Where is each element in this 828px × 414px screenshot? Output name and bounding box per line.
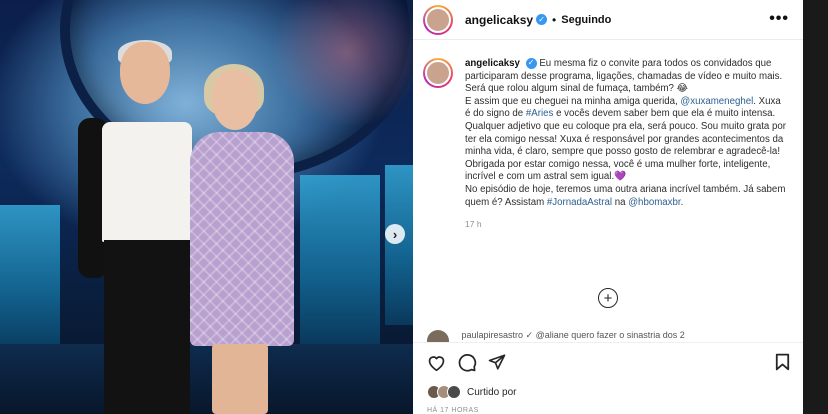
add-circle-icon[interactable]: +	[598, 288, 618, 308]
liker-avatar	[447, 385, 461, 399]
post-timestamp: 17 h	[465, 219, 482, 230]
verified-badge-icon: ✓	[536, 14, 548, 25]
author-username[interactable]: angelicaksy	[465, 13, 533, 27]
heart-icon[interactable]	[425, 351, 447, 373]
led-panel-left	[0, 205, 60, 355]
caption-username[interactable]: angelicaksy	[465, 58, 520, 69]
post-photo[interactable]: ›	[0, 0, 413, 414]
person-left-face	[120, 42, 170, 104]
caption-text: na	[614, 196, 626, 208]
following-button[interactable]: Seguindo	[561, 14, 611, 26]
comment-text: paulapiresastro ✓ @aliane quero fazer o …	[461, 330, 685, 340]
liked-by-text: Curtido por	[467, 386, 517, 398]
plus-glyph: +	[603, 289, 613, 307]
more-options-icon[interactable]: •••	[769, 10, 789, 28]
caption-author-avatar[interactable]	[423, 58, 453, 88]
person-right-legs	[212, 344, 268, 414]
stage-floor	[0, 344, 413, 414]
mention-link[interactable]: @xuxameneghel	[680, 96, 753, 107]
author-avatar[interactable]	[423, 4, 453, 35]
person-right-dress	[190, 132, 294, 346]
post-caption: angelicaksy ✓ Eu mesma fiz o convite par…	[423, 58, 793, 231]
dark-overlay-edge	[803, 0, 828, 414]
post-header: angelicaksy ✓ • Seguindo •••	[413, 0, 803, 40]
next-photo-button[interactable]: ›	[385, 224, 405, 244]
share-icon[interactable]	[486, 351, 508, 373]
caption-text: .	[680, 196, 684, 208]
commenter-avatar[interactable]	[427, 330, 449, 342]
time-ago-label: HÁ 17 HORAS	[427, 407, 479, 414]
verified-badge-icon: ✓	[525, 58, 537, 69]
person-right-face	[212, 70, 258, 130]
person-left-pants	[104, 240, 190, 414]
mention-link[interactable]: @hbomaxbr	[628, 197, 680, 208]
chevron-right-icon: ›	[392, 226, 398, 242]
caption-text: E assim que eu cheguei na minha amiga qu…	[465, 95, 678, 107]
post-actions-bar: Curtido por HÁ 17 HORAS	[413, 342, 803, 414]
led-panel-right	[300, 175, 380, 345]
liked-by-row[interactable]: Curtido por	[427, 385, 516, 399]
comment-preview: paulapiresastro ✓ @aliane quero fazer o …	[427, 330, 787, 342]
cherry-blossom-backdrop	[250, 0, 413, 130]
hashtag-link[interactable]: #JornadaAstral	[547, 197, 612, 208]
comment-icon[interactable]	[456, 351, 478, 373]
bookmark-icon[interactable]	[771, 351, 793, 373]
hashtag-link[interactable]: #Aries	[526, 108, 553, 119]
separator-dot: •	[552, 12, 557, 27]
led-panel-far-right	[385, 165, 413, 325]
caption-body: angelicaksy ✓ Eu mesma fiz o convite par…	[465, 58, 787, 231]
post-sidebar: angelicaksy ✓ • Seguindo ••• angelicaksy…	[413, 0, 803, 414]
caption-text: e vocês devem saber bem que ela é muito …	[465, 108, 786, 183]
person-left-top	[102, 122, 192, 242]
